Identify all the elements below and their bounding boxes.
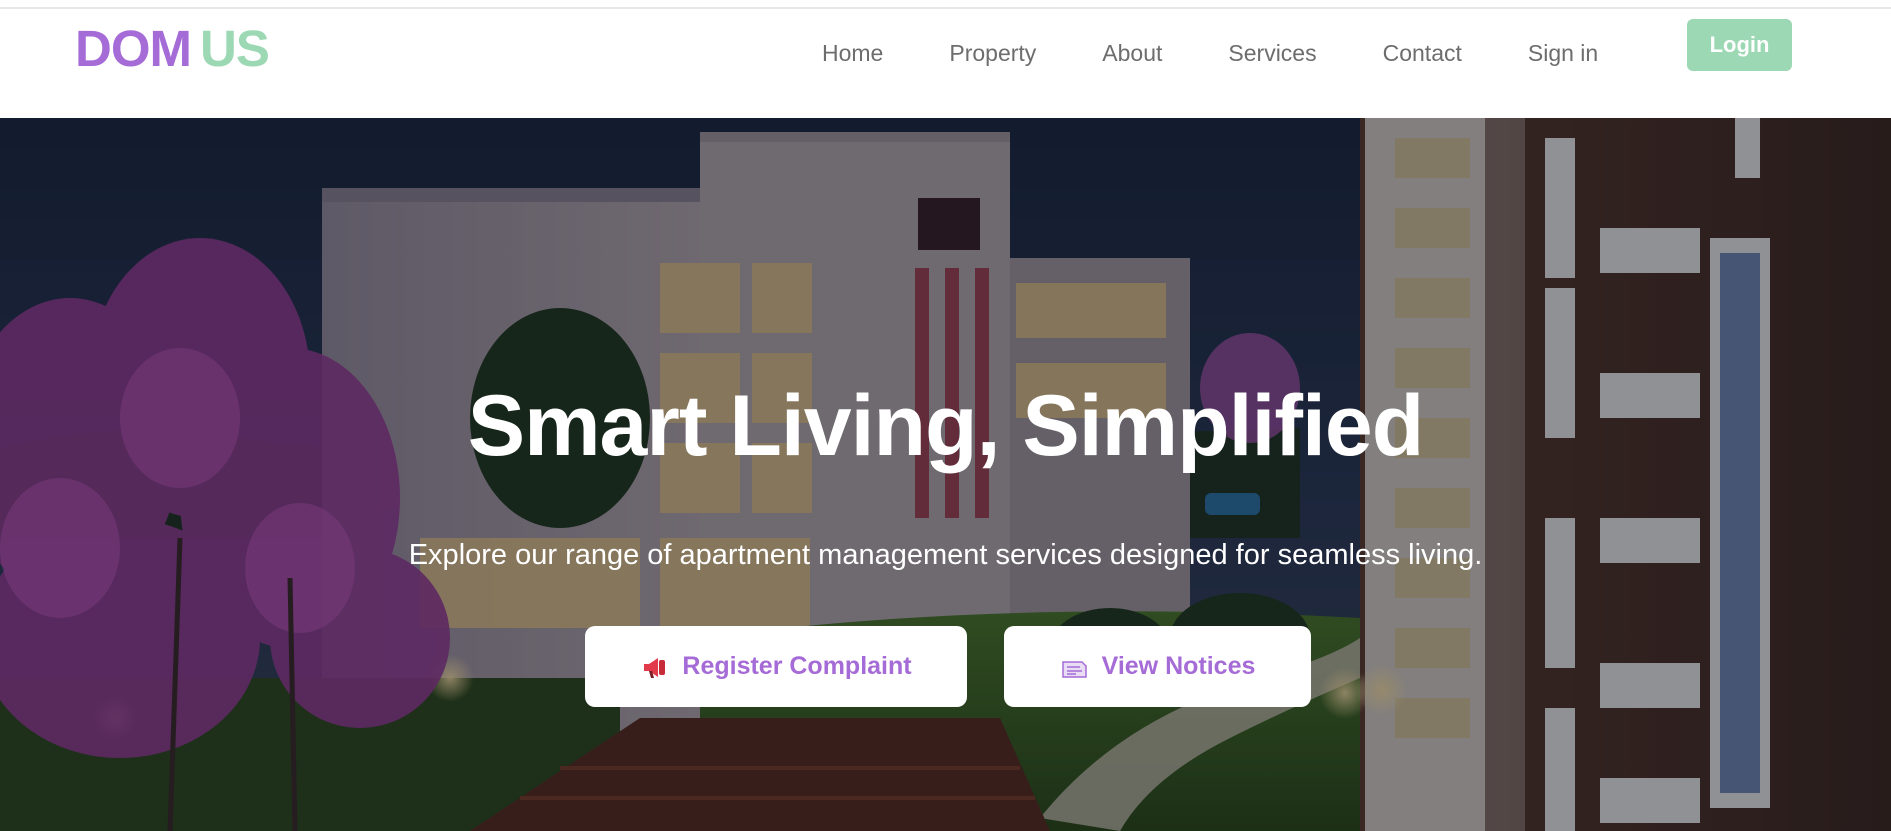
top-border — [0, 0, 1891, 9]
register-complaint-label: Register Complaint — [682, 652, 912, 680]
main-nav: Home Property About Services Contact Sig… — [822, 31, 1664, 75]
view-notices-button[interactable]: View Notices — [1004, 626, 1311, 707]
hero-section: Smart Living, Simplified Explore our ran… — [0, 118, 1891, 831]
notice-icon — [1061, 660, 1087, 678]
register-complaint-button[interactable]: Register Complaint — [585, 626, 967, 707]
login-button[interactable]: Login — [1687, 19, 1792, 71]
nav-link-property[interactable]: Property — [949, 40, 1036, 67]
brand-logo[interactable]: DOM US — [75, 19, 270, 79]
nav-link-services[interactable]: Services — [1228, 40, 1316, 67]
hero-subtitle: Explore our range of apartment managemen… — [408, 539, 1483, 571]
site-header: DOM US Home Property About Services Conta… — [0, 9, 1891, 118]
brand-logo-part2: US — [199, 20, 270, 77]
nav-link-home[interactable]: Home — [822, 40, 883, 67]
brand-logo-part1: DOM — [75, 20, 192, 77]
nav-link-about[interactable]: About — [1102, 40, 1162, 67]
nav-link-sign-in[interactable]: Sign in — [1528, 40, 1598, 67]
megaphone-icon — [644, 657, 666, 678]
hero-title: Smart Living, Simplified — [467, 378, 1425, 474]
view-notices-label: View Notices — [1101, 652, 1256, 680]
nav-link-contact[interactable]: Contact — [1383, 40, 1462, 67]
